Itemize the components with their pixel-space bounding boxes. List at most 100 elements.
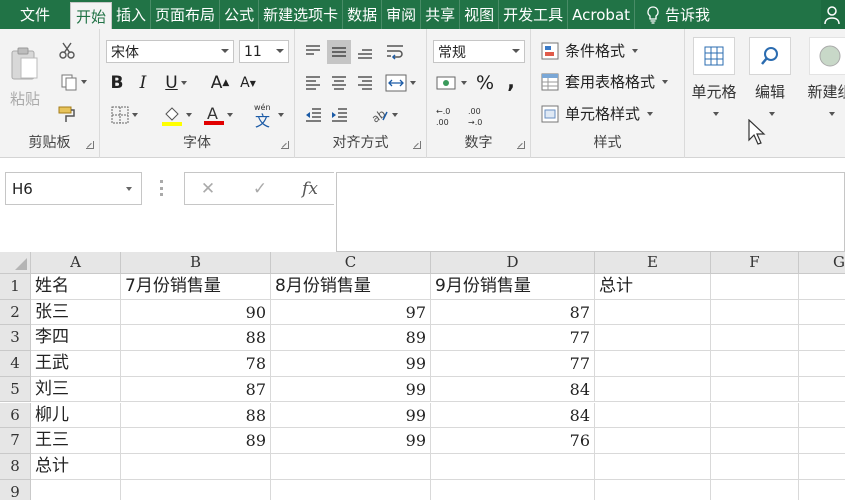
tab-file[interactable]: 文件 [0,0,70,29]
column-header-f[interactable]: F [711,252,799,274]
clipboard-launcher-icon[interactable] [86,141,94,149]
cell-b6[interactable]: 88 [121,402,271,429]
cell-c9[interactable] [271,479,431,500]
number-format-select[interactable]: 常规 [433,40,525,63]
font-name-select[interactable]: 宋体 [106,40,234,63]
cell-a6[interactable]: 柳儿 [31,402,121,429]
font-color-icon[interactable]: A [200,103,236,127]
tab-review[interactable]: 审阅 [382,0,422,29]
column-header-c[interactable]: C [271,252,431,274]
editing-button[interactable]: 编辑 [744,35,796,120]
tell-me-box[interactable]: 告诉我 [635,0,714,29]
border-icon[interactable] [106,103,142,127]
cell-e1[interactable]: 总计 [595,274,711,300]
comma-icon[interactable]: , [501,69,521,93]
phonetic-icon[interactable]: wén 文 [246,101,288,129]
align-center-icon[interactable] [327,71,351,95]
row-header-8[interactable]: 8 [0,453,31,480]
align-right-icon[interactable] [353,71,377,95]
cell-e6[interactable] [595,402,711,429]
increase-decimal-icon[interactable]: ←.0.00 [433,103,461,129]
conditional-format-button[interactable]: 条件格式 [541,40,639,61]
cells-button[interactable]: 单元格 [688,35,740,120]
cell-e4[interactable] [595,351,711,377]
cell-f7[interactable] [711,428,799,454]
number-launcher-icon[interactable] [517,141,525,149]
column-header-e[interactable]: E [595,252,711,274]
row-header-4[interactable]: 4 [0,351,31,377]
enter-icon[interactable]: ✓ [245,175,275,203]
cell-f2[interactable] [711,299,799,326]
cell-g5[interactable] [799,377,845,403]
italic-icon[interactable]: I [132,71,154,95]
cell-f1[interactable] [711,274,799,300]
cell-b8[interactable] [121,453,271,480]
cell-a1[interactable]: 姓名 [31,274,121,300]
cell-f6[interactable] [711,402,799,429]
cell-d5[interactable]: 84 [431,376,595,403]
cell-g8[interactable] [799,454,845,480]
cell-g2[interactable] [799,300,845,326]
select-all-corner[interactable] [0,252,31,274]
row-header-7[interactable]: 7 [0,428,31,454]
cell-e2[interactable] [595,299,711,326]
cell-d7[interactable]: 76 [431,428,595,454]
cell-b3[interactable]: 88 [121,325,271,352]
column-header-b[interactable]: B [121,252,271,274]
format-as-table-button[interactable]: 套用表格格式 [541,71,669,92]
name-box[interactable]: H6 [5,172,142,205]
cell-d6[interactable]: 84 [431,402,595,429]
row-header-9[interactable]: 9 [0,479,31,500]
cell-a7[interactable]: 王三 [31,428,121,454]
align-top-icon[interactable] [301,40,325,64]
font-launcher-icon[interactable] [281,141,289,149]
cell-b9[interactable] [121,479,271,500]
cell-e8[interactable] [595,453,711,480]
cell-g7[interactable] [799,428,845,454]
cell-b7[interactable]: 89 [121,428,271,454]
cell-g9[interactable] [799,480,845,500]
cell-a3[interactable]: 李四 [31,325,121,352]
decrease-indent-icon[interactable] [301,103,325,127]
cell-d4[interactable]: 77 [431,351,595,377]
insert-function-icon[interactable]: fx [295,175,325,203]
cell-g4[interactable] [799,351,845,377]
cell-e5[interactable] [595,376,711,403]
bold-icon[interactable]: B [106,71,128,95]
tab-view[interactable]: 视图 [460,0,500,29]
tab-share[interactable]: 共享 [421,0,461,29]
cell-f8[interactable] [711,453,799,480]
alignment-launcher-icon[interactable] [413,141,421,149]
cell-d8[interactable] [431,453,595,480]
cell-d9[interactable] [431,479,595,500]
tab-page-layout[interactable]: 页面布局 [151,0,221,29]
tab-acrobat[interactable]: Acrobat [568,0,636,29]
accounting-format-icon[interactable] [433,71,469,95]
underline-icon[interactable]: U [158,71,194,95]
spreadsheet-grid[interactable]: A B C D E F G 1 姓名 7月份销售量 8月份销售量 9月份销售量 总计 2 张三 90 97 87 3… [0,252,845,500]
fill-color-icon[interactable] [156,103,196,127]
cell-c4[interactable]: 99 [271,351,431,377]
orientation-icon[interactable]: ab [365,103,401,127]
cell-g3[interactable] [799,325,845,352]
tab-new-tab[interactable]: 新建选项卡 [259,0,344,29]
merge-center-icon[interactable] [381,71,419,95]
cell-d3[interactable]: 77 [431,325,595,352]
cell-b5[interactable]: 87 [121,376,271,403]
row-header-1[interactable]: 1 [0,274,31,300]
cell-a4[interactable]: 王武 [31,351,121,377]
cell-f4[interactable] [711,351,799,377]
font-size-select[interactable]: 11 [239,40,289,63]
cell-b4[interactable]: 78 [121,351,271,377]
row-header-2[interactable]: 2 [0,299,31,326]
align-bottom-icon[interactable] [353,40,377,64]
tab-home[interactable]: 开始 [70,2,113,29]
wrap-text-icon[interactable] [381,40,411,64]
percent-icon[interactable]: % [473,71,497,95]
cell-e9[interactable] [595,479,711,500]
column-header-g[interactable]: G [799,252,845,274]
increase-indent-icon[interactable] [327,103,351,127]
cell-styles-button[interactable]: 单元格样式 [541,103,654,124]
format-painter-icon[interactable] [56,103,78,125]
formula-bar-splitter[interactable] [160,180,163,196]
